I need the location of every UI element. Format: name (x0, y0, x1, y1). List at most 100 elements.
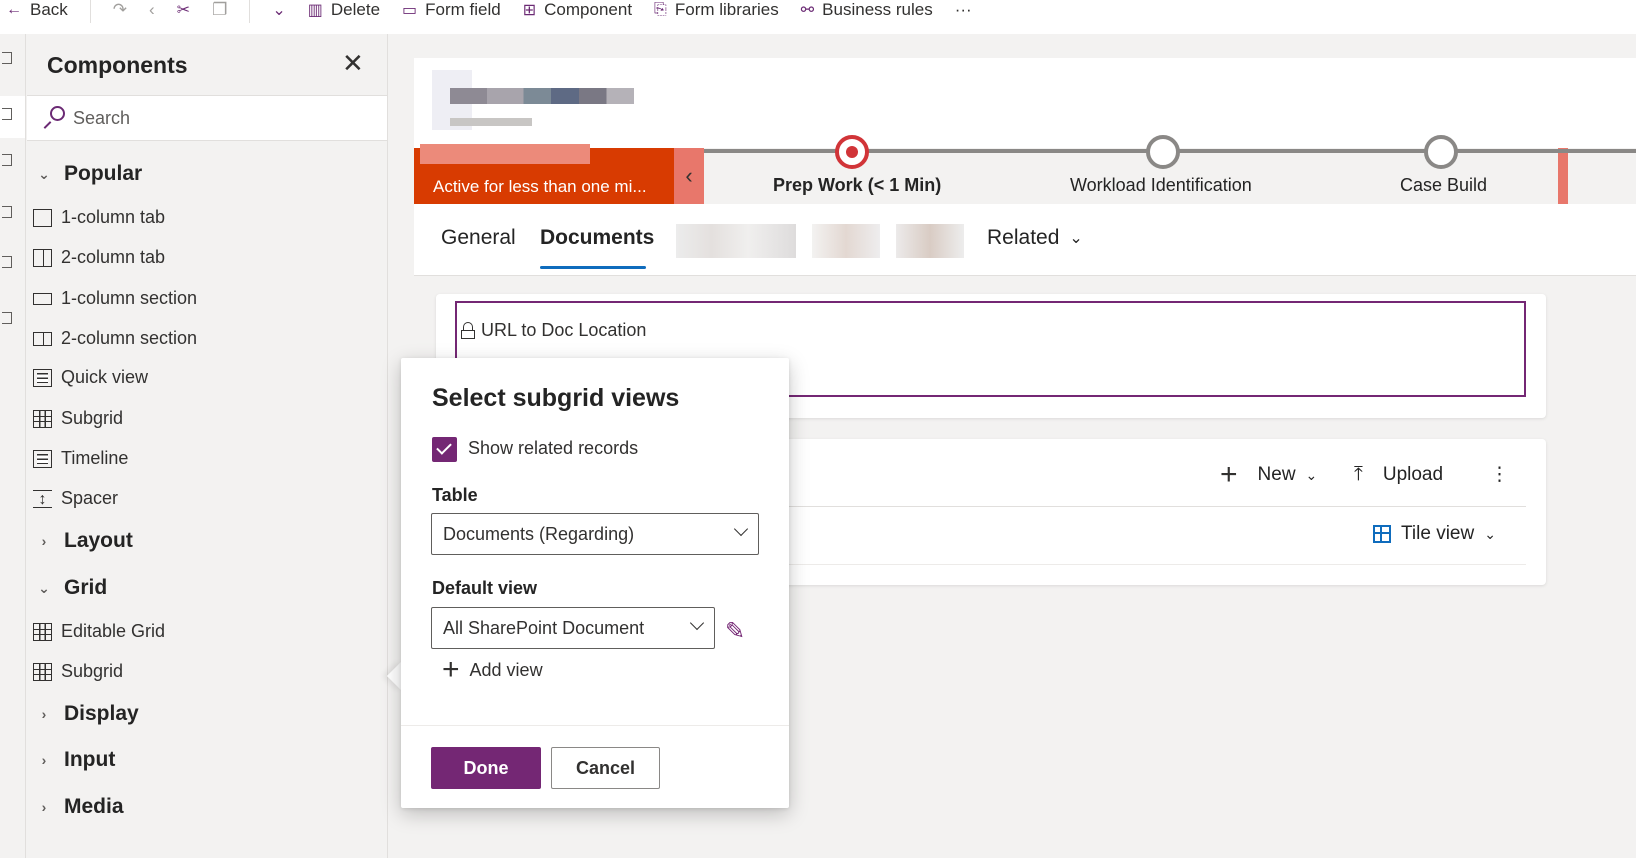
js-file-icon: ⎘ (654, 1, 667, 18)
chevron-down-icon: ⌄ (1305, 466, 1318, 483)
form-tabs: General Documents Related ⌄ (414, 204, 1636, 276)
component-label: Subgrid (61, 408, 124, 428)
more-icon: ··· (954, 0, 972, 19)
bpf-next-button[interactable] (1558, 148, 1568, 204)
tab-general[interactable]: General (441, 226, 516, 250)
tile-view-icon (1373, 525, 1391, 543)
upload-button[interactable]: ⤒ Upload (1354, 463, 1443, 486)
tab-related-label: Related (987, 226, 1060, 249)
chevron-down-icon: ⌄ (1069, 230, 1083, 247)
component-1-column-tab[interactable]: 1-column tab (33, 207, 165, 228)
tab-redacted[interactable] (676, 224, 796, 258)
component-2-column-tab[interactable]: 2-column tab (33, 247, 165, 268)
stage-label-workload-identification[interactable]: Workload Identification (1070, 175, 1252, 196)
form-field-label: Form field (425, 0, 501, 19)
form-libraries-icon[interactable] (2, 312, 12, 324)
form-field-button[interactable]: ▭ Form field (402, 0, 501, 27)
components-icon[interactable] (2, 108, 12, 120)
show-related-records-checkbox[interactable] (432, 437, 457, 462)
left-nav-rail (0, 34, 26, 858)
component-label: Subgrid (61, 661, 124, 681)
record-title-redacted (450, 88, 634, 104)
undo-button[interactable]: ‹ (149, 0, 155, 27)
grid-icon (33, 662, 52, 681)
section-label: Display (64, 702, 139, 725)
redo-button[interactable]: ↷ (113, 0, 127, 27)
scissors-icon: ✂ (176, 2, 191, 19)
stage-marker[interactable] (1424, 135, 1458, 169)
close-icon[interactable]: ✕ (342, 50, 364, 76)
panel-title: Components (47, 52, 188, 78)
chevron-down-icon (733, 521, 749, 537)
more-options-button[interactable]: ⋮ (1490, 463, 1509, 486)
section-grid[interactable]: ⌄ Grid (34, 576, 107, 600)
section-input[interactable]: › Input (34, 748, 116, 772)
bpf-status-text: Active for less than one mi... (433, 177, 647, 196)
cancel-button[interactable]: Cancel (551, 747, 660, 789)
component-timeline[interactable]: Timeline (33, 448, 128, 469)
cut-button[interactable]: ✂ (177, 0, 190, 27)
trash-icon: ▥ (307, 2, 323, 19)
table-select[interactable]: Documents (Regarding) (431, 513, 759, 555)
component-grid-subgrid[interactable]: Subgrid (33, 661, 123, 682)
section-display[interactable]: › Display (34, 702, 139, 726)
stage-label-prep-work[interactable]: Prep Work (< 1 Min) (773, 175, 941, 196)
form-libraries-button[interactable]: ⎘ Form libraries (654, 0, 779, 27)
new-button[interactable]: + New ⌄ (1220, 460, 1318, 490)
toolbar-dropdown[interactable]: ⌄ (272, 0, 285, 27)
business-rules-icon[interactable] (2, 256, 12, 268)
subgrid-divider (788, 564, 1526, 565)
stage-marker-active[interactable] (835, 135, 869, 169)
search-input[interactable] (73, 107, 353, 129)
component-spacer[interactable]: ↕ Spacer (33, 488, 118, 509)
tab-related[interactable]: Related ⌄ (987, 226, 1083, 250)
new-label: New (1257, 464, 1296, 485)
default-view-select[interactable]: All SharePoint Document (431, 607, 715, 649)
menu-icon[interactable] (2, 52, 12, 64)
add-view-button[interactable]: + Add view (442, 655, 543, 685)
component-subgrid[interactable]: Subgrid (33, 408, 123, 429)
chevron-down-icon: ⌄ (272, 2, 286, 19)
done-button[interactable]: Done (431, 747, 541, 789)
command-bar: ← Back ↷ ‹ ✂ ❐ ⌄ ▥ Delete ▭ Form field ⊞… (0, 0, 1636, 34)
more-commands-button[interactable]: ··· (955, 0, 972, 27)
component-1-column-section[interactable]: 1-column section (33, 288, 197, 309)
tab-documents[interactable]: Documents (540, 226, 654, 250)
editable-grid-icon (33, 622, 52, 641)
tree-view-icon[interactable] (2, 154, 12, 166)
edit-pencil-icon[interactable]: ✎ (725, 617, 745, 646)
component-quick-view[interactable]: Quick view (33, 367, 148, 388)
business-rules-button[interactable]: ⚯ Business rules (801, 0, 933, 27)
default-view-value: All SharePoint Document (443, 617, 645, 638)
two-column-section-icon (33, 330, 52, 348)
show-related-records-label[interactable]: Show related records (468, 438, 638, 459)
table-columns-icon[interactable] (2, 206, 12, 218)
component-editable-grid[interactable]: Editable Grid (33, 621, 165, 642)
component-icon: ⊞ (522, 2, 537, 19)
component-button[interactable]: ⊞ Component (523, 0, 632, 27)
back-button[interactable]: ← Back (6, 0, 68, 27)
section-media[interactable]: › Media (34, 795, 124, 819)
select-subgrid-views-dialog: Select subgrid views Show related record… (401, 358, 789, 808)
bpf-status-flag[interactable]: Active for less than one mi... (414, 144, 674, 204)
delete-button[interactable]: ▥ Delete (308, 0, 380, 27)
lock-icon (461, 322, 475, 339)
tab-redacted[interactable] (896, 224, 964, 258)
component-2-column-section[interactable]: 2-column section (33, 328, 197, 349)
tile-view-selector[interactable]: Tile view ⌄ (1373, 523, 1496, 545)
component-label: Editable Grid (61, 621, 166, 641)
section-popular[interactable]: ⌄ Popular (34, 162, 142, 186)
search-box[interactable] (27, 95, 387, 141)
process-name-redacted (420, 144, 590, 164)
delete-label: Delete (330, 0, 381, 19)
tab-redacted[interactable] (812, 224, 880, 258)
bpf-back-button[interactable]: ‹ (674, 148, 704, 204)
default-view-label: Default view (432, 578, 538, 598)
stage-marker[interactable] (1146, 135, 1180, 169)
copy-button[interactable]: ❐ (212, 0, 227, 27)
upload-label: Upload (1382, 463, 1444, 485)
chevron-right-icon: › (41, 533, 47, 549)
dialog-footer-divider (401, 725, 789, 726)
stage-label-case-build[interactable]: Case Build (1400, 175, 1487, 196)
section-layout[interactable]: › Layout (34, 529, 133, 553)
